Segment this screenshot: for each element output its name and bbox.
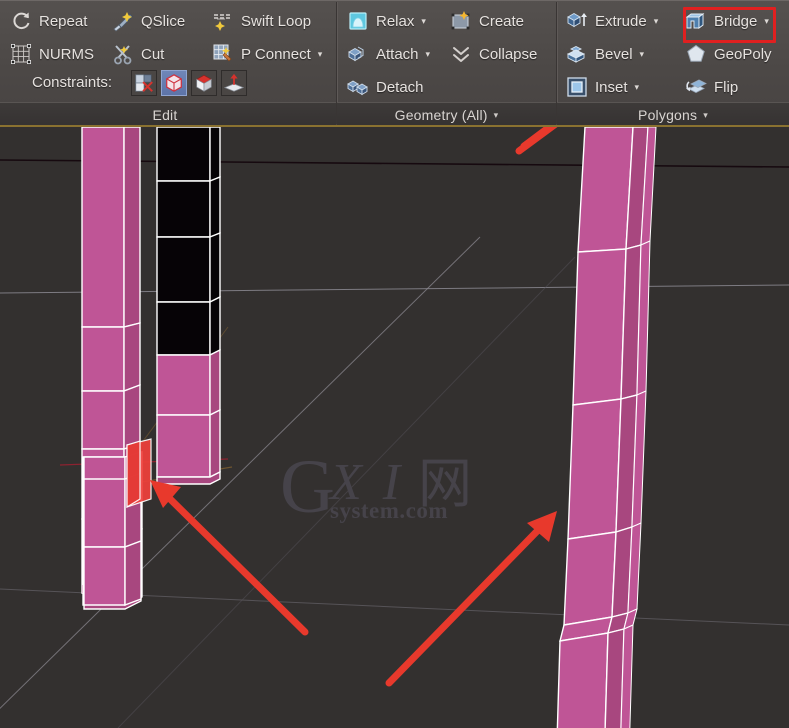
attach-label: Attach [376,45,419,63]
constraint-edge-icon [166,74,182,92]
panel-title-edit: Edit [0,102,336,127]
extrude-button[interactable]: Extrude ▾ [566,6,658,36]
mesh-pillar-middle-lower [156,348,221,485]
nurms-icon [10,43,32,65]
inset-icon [566,76,588,98]
bevel-button[interactable]: Bevel ▾ [566,39,644,69]
nurms-label: NURMS [39,45,94,63]
inset-button[interactable]: Inset ▾ [566,72,639,102]
qslice-label: QSlice [141,12,186,30]
geopoly-icon [685,43,707,65]
viewport-scene: x y [0,127,789,728]
relax-dropdown-caret[interactable]: ▾ [421,16,426,26]
panel-title-polygons-caret[interactable]: ▾ [703,110,708,120]
ribbon-panel-geometry: Relax ▾ Create Attach ▾ Collapse Detach … [337,0,556,127]
arrow-to-right-pillar [385,511,557,687]
collapse-icon [450,43,472,65]
swift-loop-label: Swift Loop [241,12,312,30]
constraint-face-icon [195,74,213,92]
inset-label: Inset [595,78,628,96]
collapse-button[interactable]: Collapse [450,39,537,69]
geopoly-button[interactable]: GeoPoly [685,39,772,69]
ribbon-toolbar: Repeat QSlice Swift Loop NURMS Cut P Con… [0,0,789,127]
bevel-dropdown-caret[interactable]: ▾ [640,49,645,59]
swift-loop-button[interactable]: Swift Loop [212,6,311,36]
collapse-label: Collapse [479,45,538,63]
constraint-normal-icon [224,73,244,92]
extrude-label: Extrude [595,12,647,30]
bevel-label: Bevel [595,45,633,63]
cut-label: Cut [141,45,165,63]
constraint-face-button[interactable] [191,70,217,96]
mesh-pillar-right [556,127,657,728]
create-button[interactable]: Create [450,6,524,36]
detach-icon [347,76,369,98]
repeat-icon [10,10,32,32]
panel-title-edit-label: Edit [152,107,178,123]
detach-button[interactable]: Detach [347,72,424,102]
panel-title-polygons-label: Polygons [638,107,698,123]
panel-title-polygons: Polygons ▾ [557,102,789,127]
qslice-icon [112,10,134,32]
swift-loop-icon [212,10,234,32]
extrude-dropdown-caret[interactable]: ▾ [654,16,659,26]
panel-title-geometry-label: Geometry (All) [394,107,488,123]
constraint-edge-button[interactable] [161,70,187,96]
ribbon-panel-edit: Repeat QSlice Swift Loop NURMS Cut P Con… [0,0,336,127]
relax-button[interactable]: Relax ▾ [347,6,426,36]
ribbon-bottom-accent-line [0,125,789,127]
p-connect-label: P Connect [241,45,311,63]
repeat-label: Repeat [39,12,88,30]
cut-button[interactable]: Cut [112,39,164,69]
attach-dropdown-caret[interactable]: ▾ [426,49,431,59]
selected-polygon-face [126,438,152,509]
relax-icon [347,10,369,32]
relax-label: Relax [376,12,415,30]
detach-label: Detach [376,78,424,96]
create-icon [450,10,472,32]
attach-button[interactable]: Attach ▾ [347,39,430,69]
create-label: Create [479,12,525,30]
extrude-icon [566,10,588,32]
arrow-to-selected-face [150,480,309,636]
repeat-button[interactable]: Repeat [10,6,87,36]
constraints-label: Constraints: [32,74,113,91]
p-connect-icon [212,43,234,65]
geopoly-label: GeoPoly [714,45,772,63]
constraint-normal-button[interactable] [221,70,247,96]
qslice-button[interactable]: QSlice [112,6,185,36]
flip-label: Flip [714,78,739,96]
flip-icon [685,76,707,98]
constraint-none-icon [135,74,153,92]
cut-icon [112,43,134,65]
3d-viewport[interactable]: x y [0,127,789,728]
bridge-highlight-box [683,7,776,43]
p-connect-button[interactable]: P Connect ▾ [212,39,322,69]
inset-dropdown-caret[interactable]: ▾ [635,82,640,92]
constraint-none-button[interactable] [131,70,157,96]
attach-icon [347,43,369,65]
mesh-pillar-middle [156,127,221,357]
p-connect-dropdown-caret[interactable]: ▾ [318,49,323,59]
panel-title-geometry: Geometry (All) ▾ [337,102,556,127]
flip-button[interactable]: Flip [685,72,738,102]
nurms-button[interactable]: NURMS [10,39,94,69]
panel-title-geometry-caret[interactable]: ▾ [494,110,499,120]
bevel-icon [566,43,588,65]
